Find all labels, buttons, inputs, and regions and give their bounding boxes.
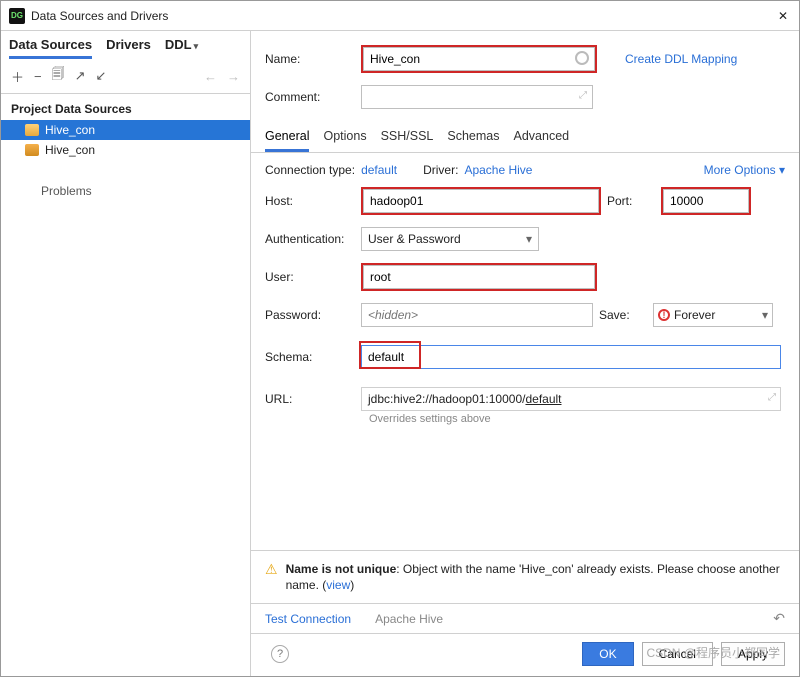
copy-icon[interactable]: 🗐	[52, 65, 65, 87]
name-label: Name:	[265, 52, 361, 66]
project-data-sources-header: Project Data Sources	[1, 94, 250, 120]
warning-dot-icon: !	[658, 309, 670, 321]
password-input[interactable]	[361, 303, 593, 327]
save-value: Forever	[674, 308, 715, 322]
name-input[interactable]	[363, 47, 595, 71]
connection-info: Connection type: default Driver: Apache …	[251, 153, 799, 181]
back-icon[interactable]: ←	[204, 69, 217, 84]
create-ddl-mapping-link[interactable]: Create DDL Mapping	[625, 52, 737, 66]
chevron-down-icon	[762, 308, 768, 322]
warning-icon: ⚠	[265, 561, 278, 593]
cancel-button[interactable]: Cancel	[642, 642, 713, 666]
apply-button[interactable]: Apply	[721, 642, 785, 666]
sidebar-tabs: Data Sources Drivers DDL	[1, 31, 250, 59]
schema-label: Schema:	[265, 350, 361, 364]
driver-name[interactable]: Apache Hive	[375, 612, 443, 626]
expand-icon[interactable]: ⤢	[768, 392, 776, 403]
sidebar-tab-ddl[interactable]: DDL	[165, 37, 198, 59]
settings-icon[interactable]: ↗	[75, 68, 86, 84]
schema-input[interactable]	[361, 345, 781, 369]
port-label: Port:	[601, 194, 661, 208]
sidebar-toolbar: ＋ − 🗐 ↗ ↙ ← →	[1, 59, 250, 94]
save-select[interactable]: ! Forever	[653, 303, 773, 327]
chevron-down-icon: ▾	[779, 163, 785, 177]
view-link[interactable]: view	[326, 578, 350, 592]
tree-item-label: Hive_con	[45, 143, 95, 157]
database-icon	[25, 144, 39, 156]
test-row: Test Connection Apache Hive ↶	[251, 603, 799, 633]
connection-type-value[interactable]: default	[361, 163, 397, 177]
tab-schemas[interactable]: Schemas	[447, 129, 499, 152]
connection-type-label: Connection type:	[265, 163, 355, 177]
chevron-down-icon	[526, 232, 532, 246]
url-input[interactable]: jdbc:hive2://hadoop01:10000/default ⤢	[361, 387, 781, 411]
user-input[interactable]	[363, 265, 595, 289]
edit-driver-icon[interactable]: ↙	[96, 68, 107, 84]
host-input[interactable]	[363, 189, 599, 213]
help-icon[interactable]: ?	[271, 645, 289, 663]
auth-value: User & Password	[368, 232, 461, 246]
url-label: URL:	[265, 392, 361, 406]
tab-options[interactable]: Options	[323, 129, 366, 152]
warning-message: Name is not unique: Object with the name…	[286, 561, 785, 593]
test-connection-link[interactable]: Test Connection	[265, 612, 351, 626]
warning-bar: ⚠ Name is not unique: Object with the na…	[251, 550, 799, 603]
comment-label: Comment:	[265, 90, 361, 104]
window-title: Data Sources and Drivers	[31, 9, 769, 23]
url-db: default	[525, 392, 561, 406]
database-icon	[25, 124, 39, 136]
tab-general[interactable]: General	[265, 129, 309, 152]
tab-advanced[interactable]: Advanced	[514, 129, 570, 152]
more-options-link[interactable]: More Options ▾	[704, 163, 785, 177]
auth-label: Authentication:	[265, 232, 361, 246]
password-label: Password:	[265, 308, 361, 322]
color-indicator[interactable]	[575, 51, 589, 65]
tree-item-label: Hive_con	[45, 123, 95, 137]
expand-icon[interactable]: ⤢	[579, 90, 587, 101]
host-label: Host:	[265, 194, 361, 208]
comment-input[interactable]	[361, 85, 593, 109]
url-prefix: jdbc:hive2://hadoop01:10000/	[368, 392, 525, 406]
data-source-tree: Hive_con Hive_con	[1, 120, 250, 164]
remove-icon[interactable]: −	[34, 69, 42, 84]
revert-icon[interactable]: ↶	[773, 610, 785, 627]
title-bar: DG Data Sources and Drivers ✕	[1, 1, 799, 31]
port-input[interactable]	[663, 189, 749, 213]
close-icon[interactable]: ✕	[775, 8, 791, 24]
save-label: Save:	[593, 308, 653, 322]
problems-link[interactable]: Problems	[1, 164, 250, 202]
add-icon[interactable]: ＋	[11, 67, 24, 86]
forward-icon[interactable]: →	[227, 69, 240, 84]
url-note: Overrides settings above	[369, 413, 785, 425]
sidebar: Data Sources Drivers DDL ＋ − 🗐 ↗ ↙ ← → P…	[1, 31, 251, 676]
ok-button[interactable]: OK	[582, 642, 633, 666]
auth-select[interactable]: User & Password	[361, 227, 539, 251]
sidebar-tab-data-sources[interactable]: Data Sources	[9, 37, 92, 59]
app-icon: DG	[9, 8, 25, 24]
user-label: User:	[265, 270, 361, 284]
driver-link[interactable]: Apache Hive	[464, 163, 532, 177]
dialog-buttons: ? OK Cancel Apply	[251, 633, 799, 676]
tab-ssh-ssl[interactable]: SSH/SSL	[381, 129, 434, 152]
main-panel: Name: Create DDL Mapping Comment: ⤢ Gene…	[251, 31, 799, 676]
main-tabs: General Options SSH/SSL Schemas Advanced	[251, 125, 799, 153]
sidebar-tab-drivers[interactable]: Drivers	[106, 37, 151, 59]
tree-item[interactable]: Hive_con	[1, 120, 250, 140]
driver-label: Driver:	[423, 163, 458, 177]
tree-item[interactable]: Hive_con	[1, 140, 250, 160]
